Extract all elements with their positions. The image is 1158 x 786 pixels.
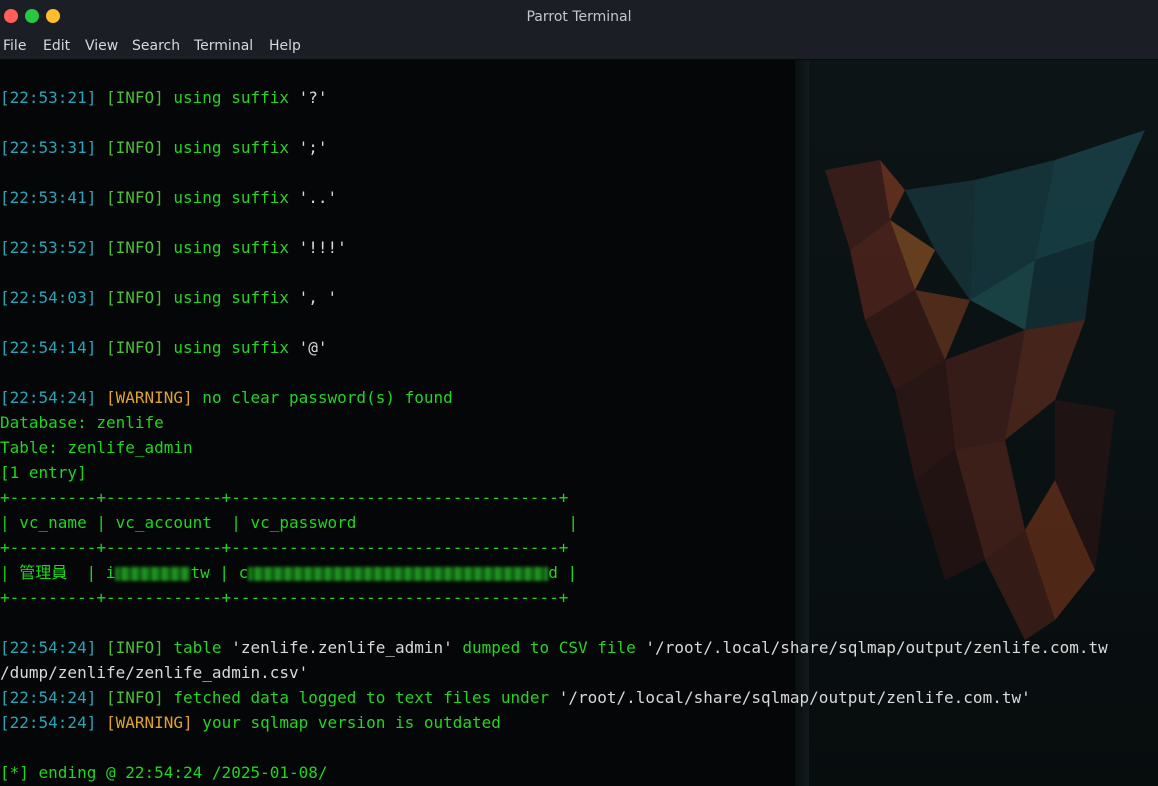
level-info: [INFO]	[105, 138, 164, 157]
level-info: [INFO]	[105, 238, 164, 257]
log-message: using suffix	[163, 188, 299, 207]
level-info: [INFO]	[105, 338, 164, 357]
log-message: dumped to CSV file	[452, 638, 646, 657]
timestamp: [22:54:24]	[0, 713, 97, 732]
quoted-path: '/root/.local/share/sqlmap/output/zenlif…	[558, 688, 1031, 707]
log-message: your sqlmap version is outdated	[192, 713, 501, 732]
menu-edit[interactable]: Edit	[43, 38, 70, 54]
timestamp: [22:53:21]	[0, 88, 97, 107]
level-warning: [WARNING]	[105, 713, 193, 732]
timestamp: [22:53:52]	[0, 238, 97, 257]
level-warning: [WARNING]	[105, 388, 193, 407]
menu-view[interactable]: View	[85, 38, 118, 54]
table-line: Table: zenlife_admin	[0, 438, 193, 457]
log-message: no clear password(s) found	[192, 388, 453, 407]
timestamp: [22:54:14]	[0, 338, 97, 357]
terminal-output[interactable]: [22:53:21] [INFO] using suffix '?' [22:5…	[0, 60, 1158, 786]
window-title: Parrot Terminal	[526, 9, 632, 25]
table-border-top: +---------+------------+----------------…	[0, 488, 569, 507]
table-border-mid: +---------+------------+----------------…	[0, 538, 569, 557]
timestamp: [22:54:03]	[0, 288, 97, 307]
quoted-path: '/root/.local/share/sqlmap/output/zenlif…	[645, 638, 1108, 657]
redacted-password	[248, 566, 549, 581]
log-line-warning-password: [22:54:24] [WARNING] no clear password(s…	[0, 388, 453, 408]
log-message: table	[163, 638, 232, 657]
log-line-dump: [22:54:24] [INFO] table 'zenlife.zenlife…	[0, 638, 1108, 658]
menu-search[interactable]: Search	[132, 38, 180, 54]
log-message: using suffix	[163, 238, 299, 257]
quoted-value: ', '	[298, 288, 338, 307]
level-info: [INFO]	[105, 638, 164, 657]
log-line-suffix-3: [22:53:41] [INFO] using suffix '..'	[0, 188, 337, 208]
log-message: fetched data logged to text files under	[163, 688, 559, 707]
timestamp: [22:54:24]	[0, 688, 97, 707]
menu-file[interactable]: File	[3, 38, 26, 54]
row-account-tail: tw | c	[190, 563, 249, 582]
level-info: [INFO]	[105, 88, 164, 107]
entry-count-line: [1 entry]	[0, 463, 87, 482]
menu-help[interactable]: Help	[269, 38, 301, 54]
log-line-suffix-5: [22:54:03] [INFO] using suffix ', '	[0, 288, 337, 308]
ending-line: [*] ending @ 22:54:24 /2025-01-08/	[0, 763, 328, 782]
log-line-dump-cont: /dump/zenlife/zenlife_admin.csv'	[0, 663, 309, 682]
quoted-value: '@'	[298, 338, 328, 357]
timestamp: [22:54:24]	[0, 388, 97, 407]
log-message: using suffix	[163, 288, 299, 307]
log-message: using suffix	[163, 88, 299, 107]
quoted-value: '!!!'	[298, 238, 347, 257]
database-line: Database: zenlife	[0, 413, 164, 432]
quoted-value: '?'	[298, 88, 328, 107]
quoted-value: '..'	[298, 188, 338, 207]
log-line-suffix-1: [22:53:21] [INFO] using suffix '?'	[0, 88, 328, 108]
level-info: [INFO]	[105, 288, 164, 307]
menu-terminal[interactable]: Terminal	[194, 38, 253, 54]
log-line-fetched: [22:54:24] [INFO] fetched data logged to…	[0, 688, 1031, 708]
redacted-account	[115, 566, 191, 581]
menu-bar: File Edit View Search Terminal Help	[0, 34, 1158, 60]
log-line-suffix-2: [22:53:31] [INFO] using suffix ';'	[0, 138, 328, 158]
timestamp: [22:53:41]	[0, 188, 97, 207]
log-message: using suffix	[163, 338, 299, 357]
parrot-logo-icon	[825, 130, 1145, 640]
log-line-suffix-4: [22:53:52] [INFO] using suffix '!!!'	[0, 238, 347, 258]
title-bar: Parrot Terminal	[0, 0, 1158, 34]
row-password-tail: d |	[548, 563, 578, 582]
table-row: | 管理員 | i tw | c d |	[0, 563, 577, 583]
log-line-suffix-6: [22:54:14] [INFO] using suffix '@'	[0, 338, 328, 358]
log-line-outdated: [22:54:24] [WARNING] your sqlmap version…	[0, 713, 501, 733]
quoted-value: ';'	[298, 138, 328, 157]
timestamp: [22:54:24]	[0, 638, 97, 657]
table-header: | vc_name | vc_account | vc_password |	[0, 513, 578, 532]
log-message: using suffix	[163, 138, 299, 157]
quoted-value: 'zenlife.zenlife_admin'	[231, 638, 453, 657]
level-info: [INFO]	[105, 688, 164, 707]
table-border-bottom: +---------+------------+----------------…	[0, 588, 569, 607]
row-prefix: | 管理員 | i	[0, 563, 116, 582]
timestamp: [22:53:31]	[0, 138, 97, 157]
level-info: [INFO]	[105, 188, 164, 207]
